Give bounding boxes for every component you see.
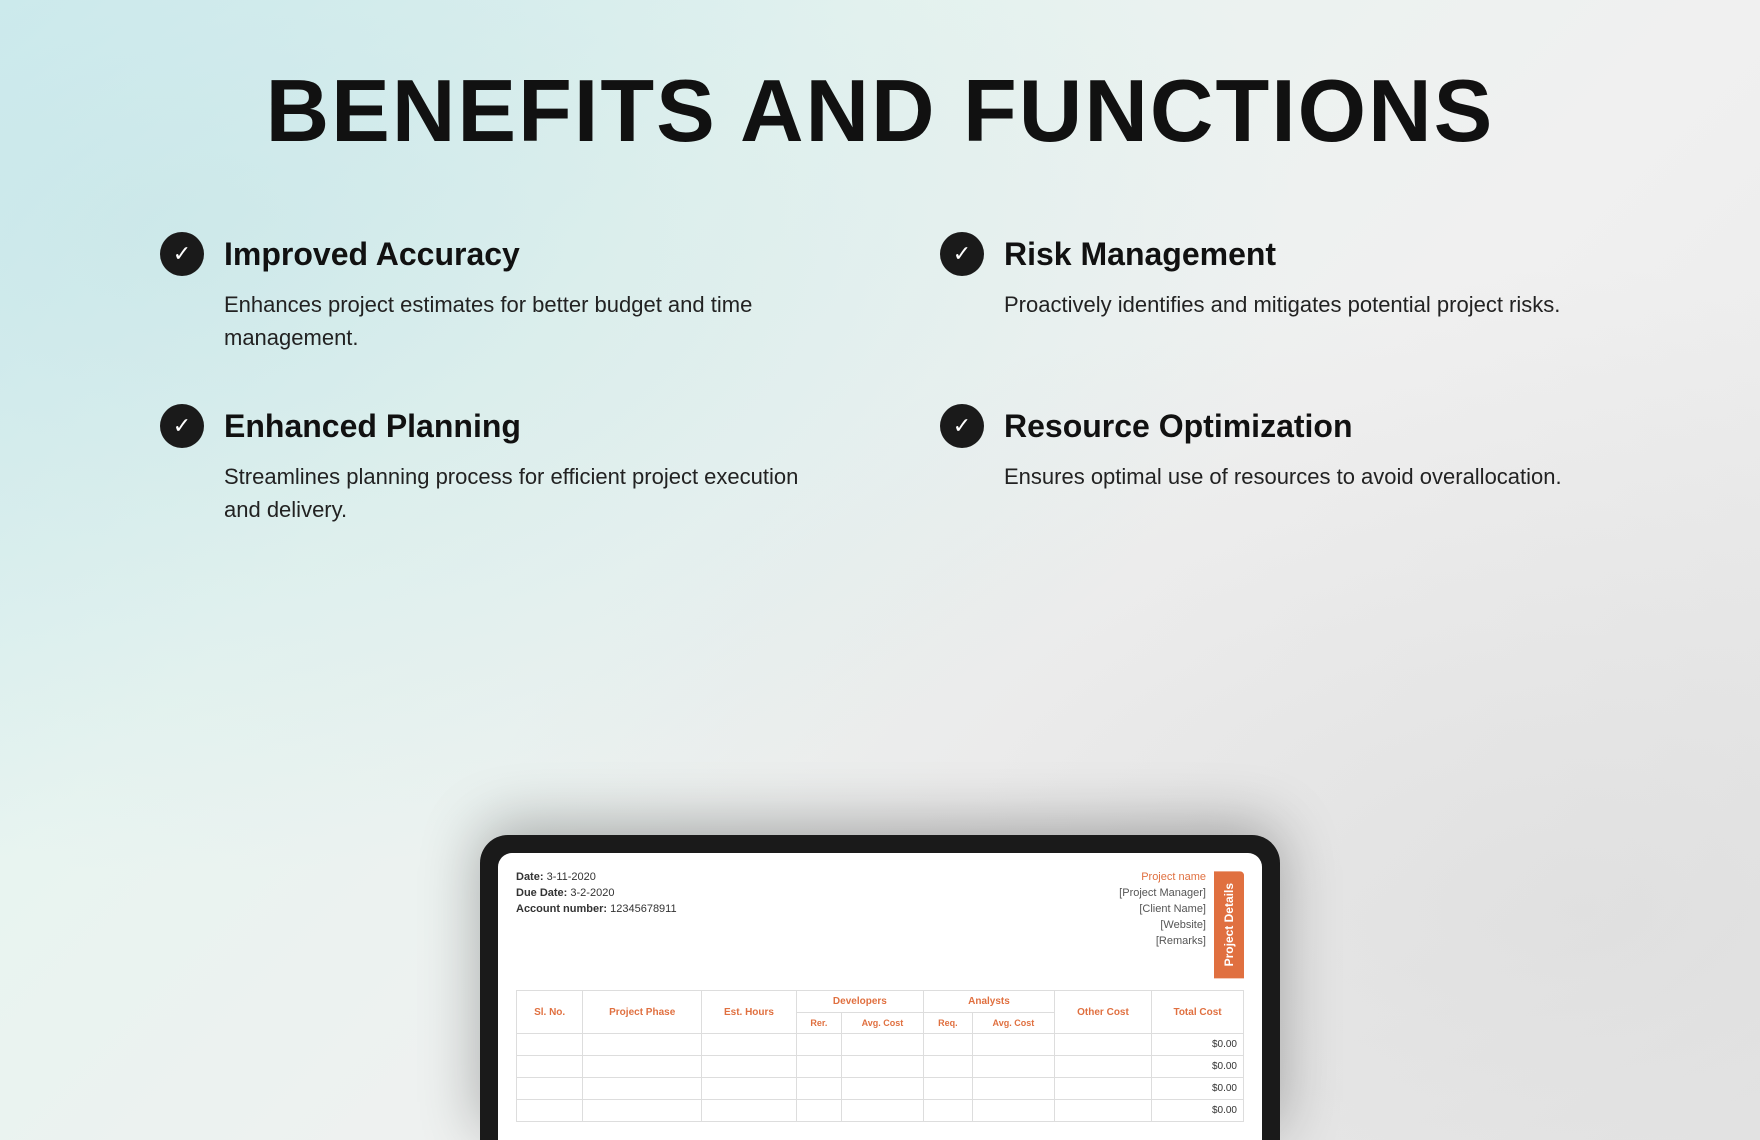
benefit-header: ✓ Improved Accuracy xyxy=(160,232,820,276)
col-header-total-cost: Total Cost xyxy=(1152,991,1244,1034)
check-icon-3: ✓ xyxy=(160,404,204,448)
tablet-outer: Date: 3-11-2020 Due Date: 3-2-2020 Accou… xyxy=(480,835,1280,1140)
check-icon-1: ✓ xyxy=(160,232,204,276)
benefit-item-resource-optimization: ✓ Resource Optimization Ensures optimal … xyxy=(940,404,1600,526)
project-header: Date: 3-11-2020 Due Date: 3-2-2020 Accou… xyxy=(516,871,1244,978)
col-header-other-cost: Other Cost xyxy=(1054,991,1151,1034)
benefit-item-improved-accuracy: ✓ Improved Accuracy Enhances project est… xyxy=(160,232,820,354)
page-title: BENEFITS AND FUNCTIONS xyxy=(100,60,1660,162)
project-manager-label: [Project Manager] xyxy=(1119,887,1206,899)
col-sub-dev-req: Rer. xyxy=(796,1013,841,1034)
benefit-item-risk-management: ✓ Risk Management Proactively identifies… xyxy=(940,232,1600,354)
cost-table: Sl. No. Project Phase Est. Hours Develop… xyxy=(516,990,1244,1122)
benefit-desc-1: Enhances project estimates for better bu… xyxy=(160,288,820,354)
row1-total: $0.00 xyxy=(1152,1034,1244,1056)
check-icon-4: ✓ xyxy=(940,404,984,448)
row3-total: $0.00 xyxy=(1152,1078,1244,1100)
date-field: Date: 3-11-2020 xyxy=(516,871,677,883)
benefit-title-1: Improved Accuracy xyxy=(224,236,520,273)
col-sub-dev-avg: Avg. Cost xyxy=(841,1013,923,1034)
benefit-header-4: ✓ Resource Optimization xyxy=(940,404,1600,448)
benefit-title-2: Risk Management xyxy=(1004,236,1276,273)
col-sub-analyst-req: Req. xyxy=(923,1013,972,1034)
benefit-desc-2: Proactively identifies and mitigates pot… xyxy=(940,288,1600,321)
check-icon-2: ✓ xyxy=(940,232,984,276)
page-container: BENEFITS AND FUNCTIONS ✓ Improved Accura… xyxy=(0,0,1760,1140)
tablet-screen: Date: 3-11-2020 Due Date: 3-2-2020 Accou… xyxy=(498,853,1262,1140)
table-row: $0.00 xyxy=(517,1100,1244,1122)
due-date-field: Due Date: 3-2-2020 xyxy=(516,887,677,899)
row4-total: $0.00 xyxy=(1152,1100,1244,1122)
client-name-label: [Client Name] xyxy=(1139,903,1206,915)
benefit-title-3: Enhanced Planning xyxy=(224,408,521,445)
table-row: $0.00 xyxy=(517,1056,1244,1078)
benefits-grid: ✓ Improved Accuracy Enhances project est… xyxy=(100,232,1660,526)
col-sub-analyst-avg: Avg. Cost xyxy=(972,1013,1054,1034)
project-labels: Project name [Project Manager] [Client N… xyxy=(1119,871,1206,947)
spreadsheet: Date: 3-11-2020 Due Date: 3-2-2020 Accou… xyxy=(498,853,1262,1140)
col-header-developers: Developers xyxy=(796,991,923,1013)
benefit-header-2: ✓ Risk Management xyxy=(940,232,1600,276)
table-row: $0.00 xyxy=(517,1078,1244,1100)
table-row: $0.00 xyxy=(517,1034,1244,1056)
project-details-tab: Project Details xyxy=(1214,871,1244,978)
project-name-label: Project name xyxy=(1141,871,1206,883)
col-header-analysts: Analysts xyxy=(923,991,1054,1013)
col-header-slno: Sl. No. xyxy=(517,991,583,1034)
col-header-project-phase: Project Phase xyxy=(583,991,702,1034)
account-field: Account number: 12345678911 xyxy=(516,903,677,915)
benefit-desc-4: Ensures optimal use of resources to avoi… xyxy=(940,460,1600,493)
col-header-est-hours: Est. Hours xyxy=(702,991,797,1034)
benefit-desc-3: Streamlines planning process for efficie… xyxy=(160,460,820,526)
benefit-item-enhanced-planning: ✓ Enhanced Planning Streamlines planning… xyxy=(160,404,820,526)
benefit-header-3: ✓ Enhanced Planning xyxy=(160,404,820,448)
project-right: Project name [Project Manager] [Client N… xyxy=(1119,871,1244,978)
remarks-label: [Remarks] xyxy=(1156,935,1206,947)
website-label: [Website] xyxy=(1160,919,1206,931)
row2-total: $0.00 xyxy=(1152,1056,1244,1078)
benefit-title-4: Resource Optimization xyxy=(1004,408,1353,445)
project-left: Date: 3-11-2020 Due Date: 3-2-2020 Accou… xyxy=(516,871,677,978)
tablet-wrapper: Date: 3-11-2020 Due Date: 3-2-2020 Accou… xyxy=(480,835,1280,1140)
